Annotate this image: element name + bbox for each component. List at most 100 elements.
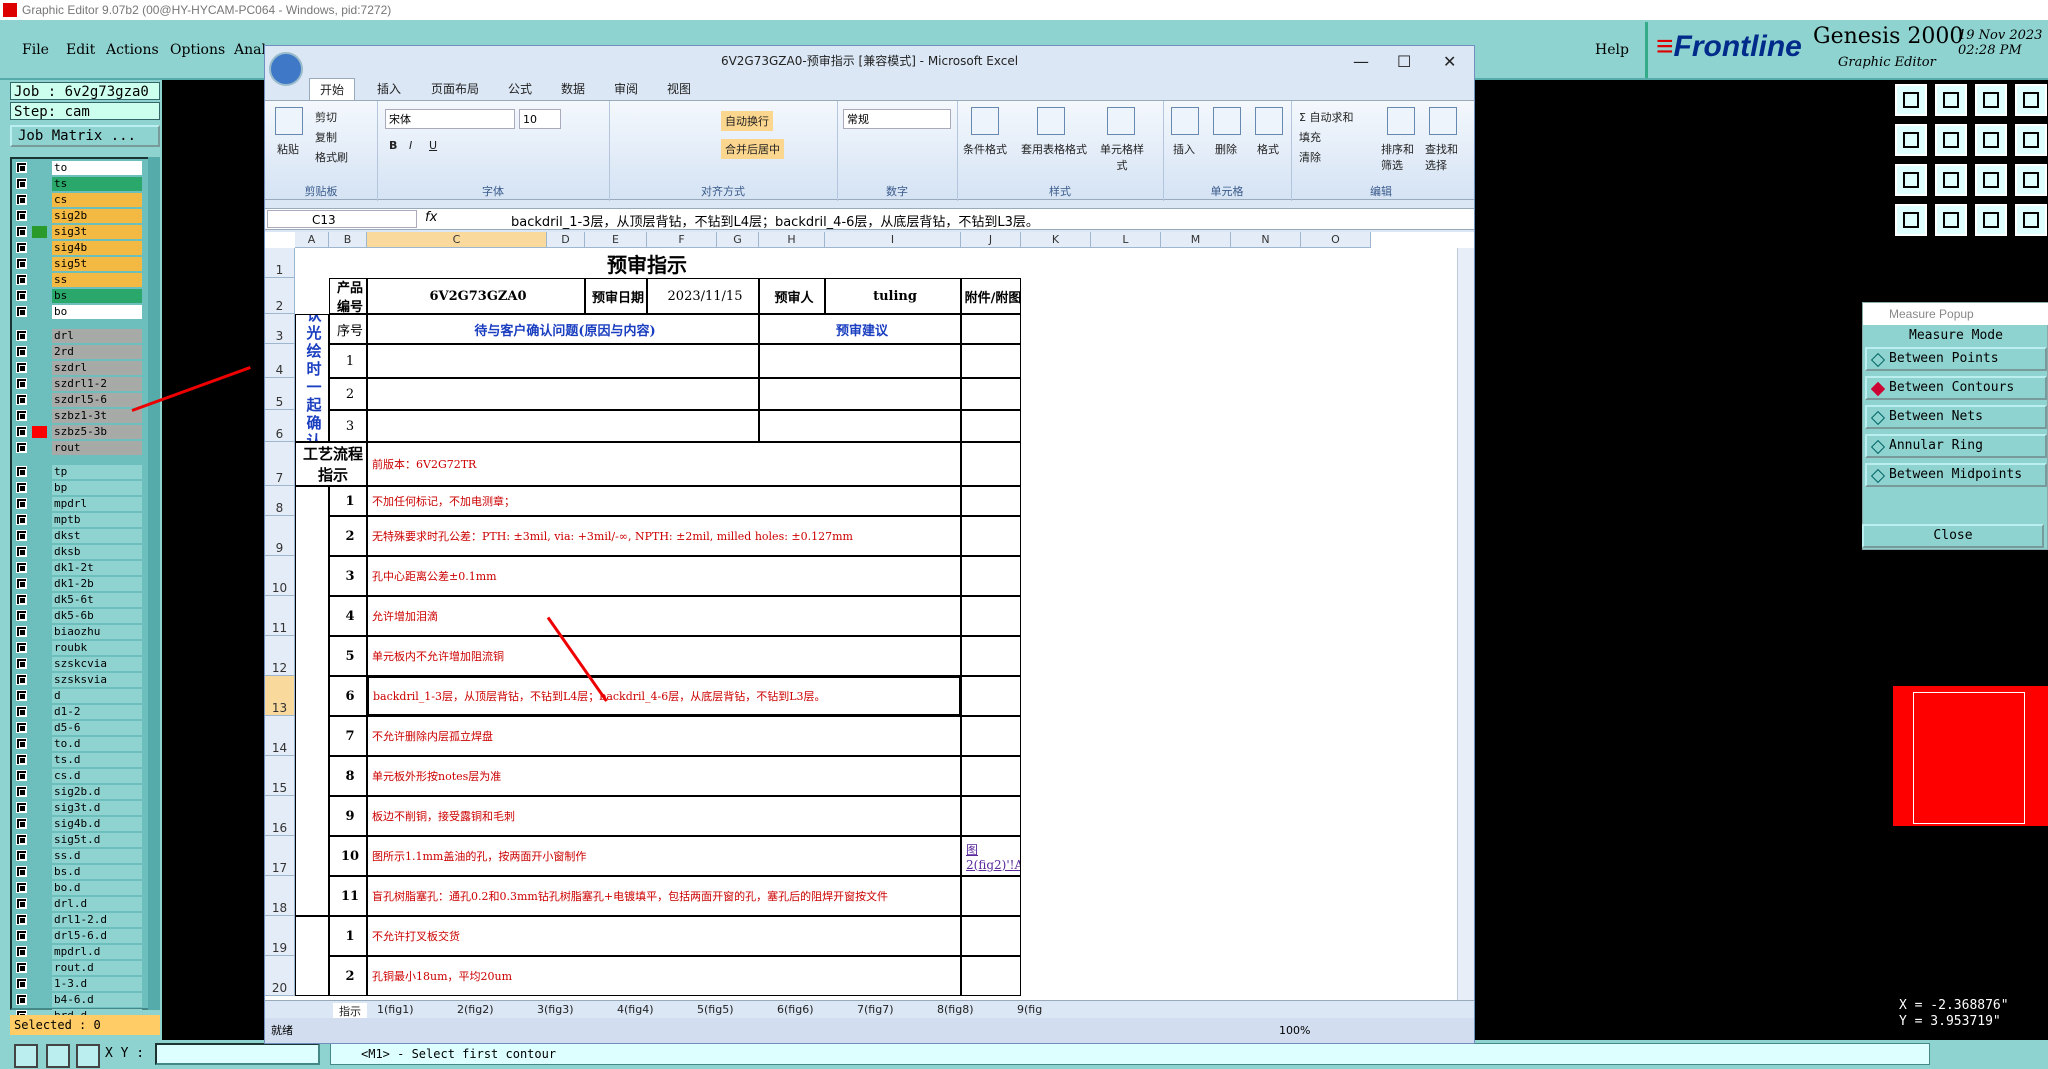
column-header[interactable]: L (1091, 232, 1161, 248)
layer-item[interactable]: drl1-2.d (12, 913, 142, 927)
layer-item[interactable]: cs.d (12, 769, 142, 783)
sheet-tab[interactable]: 7(fig7) (857, 1003, 894, 1016)
layer-item[interactable]: 1-3.d (12, 977, 142, 991)
sheet-tab[interactable]: 2(fig2) (457, 1003, 494, 1016)
sheet-cell[interactable]: 8 (329, 756, 367, 796)
sheet-cell[interactable]: 5 (329, 636, 367, 676)
layer-item[interactable]: tp (12, 465, 142, 479)
sheet-cell[interactable]: 不允许删除内层孤立焊盘 (367, 716, 961, 756)
layer-item[interactable]: ss (12, 273, 142, 287)
layer-checkbox[interactable] (16, 562, 27, 573)
row-header[interactable]: 3 (265, 314, 295, 344)
layer-checkbox[interactable] (16, 194, 27, 205)
format-painter-button[interactable]: 格式刷 (315, 149, 348, 165)
sheet-cell[interactable]: 预审人 (759, 278, 825, 314)
ratio-icon[interactable] (1895, 164, 1927, 196)
sheet-cell[interactable]: 不加任何标记，不加电测章； (367, 486, 961, 516)
layer-item[interactable]: ts (12, 177, 142, 191)
sheet-cell[interactable]: 预审建议 (759, 314, 961, 344)
sheet-cell[interactable] (961, 756, 1021, 796)
row-header[interactable]: 19 (265, 916, 295, 956)
tab-page-layout[interactable]: 页面布局 (431, 80, 479, 97)
measure-option[interactable]: Between Nets (1865, 405, 2047, 429)
row-header[interactable]: 7 (265, 442, 295, 486)
sheet-tab[interactable]: 8(fig8) (937, 1003, 974, 1016)
layer-checkbox[interactable] (16, 394, 27, 405)
sheet-cell[interactable] (961, 410, 1021, 442)
measure-option[interactable]: Annular Ring (1865, 434, 2047, 458)
sheet-cell[interactable]: 孔铜最小18um，平均20um (367, 956, 961, 996)
row-header[interactable]: 8 (265, 486, 295, 516)
tab-review[interactable]: 审阅 (614, 80, 638, 97)
sheet-cell[interactable] (367, 410, 759, 442)
sheet-cell[interactable] (295, 486, 329, 916)
split2-icon[interactable] (1895, 204, 1927, 236)
layer-checkbox[interactable] (16, 290, 27, 301)
sheet-cell[interactable]: backdril_1-3层，从顶层背钻，不钻到L4层；backdril_4-6层… (367, 676, 961, 716)
layer-item[interactable]: sig2b (12, 209, 142, 223)
measure-option[interactable]: Between Points (1865, 347, 2047, 371)
layer-item[interactable]: bs.d (12, 865, 142, 879)
layer-item[interactable]: dk5-6b (12, 609, 142, 623)
layer-item[interactable]: szbz5-3b (12, 425, 142, 439)
sheet-cell[interactable]: 序号 (329, 314, 367, 344)
sheet-tab[interactable]: 指示 (333, 1003, 367, 1019)
sheet-cell[interactable]: 4 (329, 596, 367, 636)
measure-icon[interactable] (46, 1044, 70, 1068)
layer-scrollbar[interactable] (148, 157, 160, 1010)
clear-button[interactable]: 清除 (1299, 149, 1321, 165)
sheet-cell[interactable]: 无特殊要求时孔公差：PTH: ±3mil, via: +3mil/-∞, NPT… (367, 516, 961, 556)
question-icon[interactable] (1935, 164, 1967, 196)
layer-item[interactable]: bo (12, 305, 142, 319)
sheet-cell[interactable]: 6V2G73GZA0 (367, 278, 585, 314)
layer-checkbox[interactable] (16, 330, 27, 341)
row-header[interactable]: 4 (265, 344, 295, 378)
layer-item[interactable]: biaozhu (12, 625, 142, 639)
layer-item[interactable]: ts.d (12, 753, 142, 767)
font-name-select[interactable]: 宋体 (385, 109, 515, 129)
measure-option[interactable]: Between Midpoints (1865, 463, 2047, 487)
table-format-icon[interactable] (1037, 107, 1065, 135)
layer-checkbox[interactable] (16, 594, 27, 605)
layer-checkbox[interactable] (16, 914, 27, 925)
layer-item[interactable]: to.d (12, 737, 142, 751)
row-header[interactable]: 6 (265, 410, 295, 442)
layer-item[interactable]: drl.d (12, 897, 142, 911)
menu-file[interactable]: File (22, 42, 49, 58)
sheet-tab[interactable]: 3(fig3) (537, 1003, 574, 1016)
menu-actions[interactable]: Actions (106, 42, 159, 58)
row-header[interactable]: 16 (265, 796, 295, 836)
layer-item[interactable]: szbz1-3t (12, 409, 142, 423)
sheet-cell[interactable] (961, 442, 1021, 486)
sheet-cell[interactable]: 11 (329, 876, 367, 916)
row-header[interactable]: 10 (265, 556, 295, 596)
cut-button[interactable]: 剪切 (315, 109, 337, 125)
row-header[interactable]: 18 (265, 876, 295, 916)
sheet-tab[interactable]: 1(fig1) (377, 1003, 414, 1016)
menu-edit[interactable]: Edit (66, 42, 95, 58)
route-icon[interactable] (1975, 164, 2007, 196)
layer-item[interactable]: dk1-2b (12, 577, 142, 591)
row-header[interactable]: 14 (265, 716, 295, 756)
layer-checkbox[interactable] (16, 978, 27, 989)
layer-item[interactable]: dksb (12, 545, 142, 559)
layer-checkbox[interactable] (16, 834, 27, 845)
layer-checkbox[interactable] (16, 178, 27, 189)
row-header[interactable]: 9 (265, 516, 295, 556)
pad-icon[interactable] (1935, 204, 1967, 236)
close-button[interactable]: ✕ (1443, 52, 1456, 71)
formula-input[interactable]: backdril_1-3层，从顶层背钻，不钻到L4层；backdril_4-6层… (511, 211, 1039, 230)
sheet-cell[interactable]: 1 (329, 486, 367, 516)
sheet-cell[interactable] (961, 876, 1021, 916)
layer-item[interactable]: szsksvia (12, 673, 142, 687)
column-header[interactable]: F (647, 232, 717, 248)
measure-close-button[interactable]: Close (1862, 524, 2044, 548)
worksheet[interactable]: A B C D E F G H I J K L M N O 1 2 3 4 5 6 7 8 9 10 11 12 13 14 15 16 17… (265, 232, 1474, 1000)
minimize-button[interactable]: — (1353, 52, 1369, 71)
delete-cells-icon[interactable] (1213, 107, 1241, 135)
row-header[interactable]: 2 (265, 278, 295, 314)
sheet-cell[interactable] (961, 956, 1021, 996)
layer-checkbox[interactable] (16, 442, 27, 453)
name-box[interactable]: C13 (267, 210, 417, 228)
format-cells-icon[interactable] (1255, 107, 1283, 135)
